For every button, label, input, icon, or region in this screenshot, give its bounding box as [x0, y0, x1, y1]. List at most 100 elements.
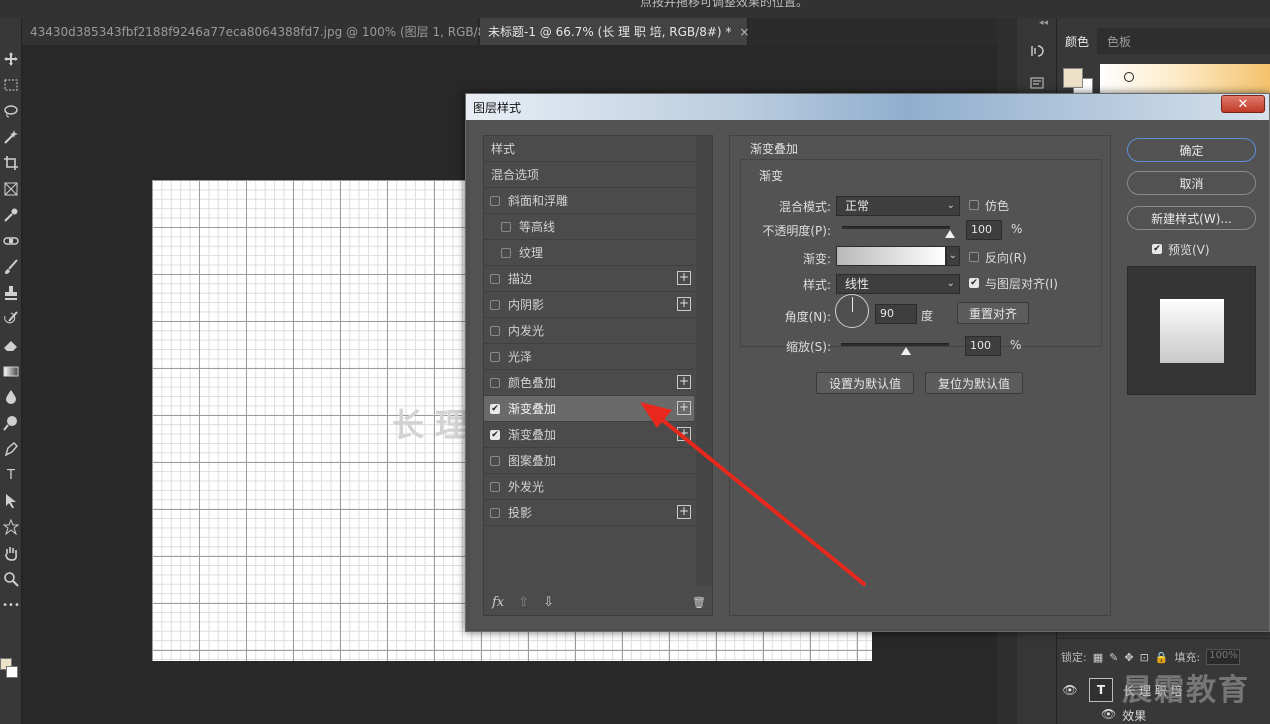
magic-wand-icon[interactable]: [1, 126, 21, 148]
style-checkbox[interactable]: [490, 299, 500, 310]
ok-button[interactable]: 确定: [1127, 138, 1256, 162]
style-checkbox[interactable]: ✔: [490, 403, 500, 414]
type-icon[interactable]: T: [1, 464, 21, 486]
tab-document-untitled[interactable]: 未标题-1 @ 66.7% (长 理 职 培, RGB/8#) * ×: [480, 18, 749, 45]
dodge-icon[interactable]: [1, 412, 21, 434]
add-effect-icon[interactable]: +: [677, 271, 691, 285]
style-checkbox[interactable]: ✔: [490, 429, 500, 440]
style-checkbox[interactable]: [490, 351, 500, 362]
crop-icon[interactable]: [1, 152, 21, 174]
style-list-item[interactable]: 内阴影 +: [484, 292, 694, 318]
lock-position-icon[interactable]: ✥: [1124, 651, 1133, 664]
fill-input[interactable]: 100%: [1206, 649, 1241, 665]
shape-icon[interactable]: [1, 516, 21, 538]
eraser-icon[interactable]: [1, 334, 21, 356]
style-checkbox[interactable]: [490, 273, 500, 284]
lock-artboard-icon[interactable]: ⊡: [1140, 651, 1149, 664]
add-effect-icon[interactable]: +: [677, 401, 691, 415]
frame-icon[interactable]: [1, 178, 21, 200]
style-list-item[interactable]: 混合选项: [484, 162, 694, 188]
brush-icon[interactable]: [1, 256, 21, 278]
tab-document-jpg[interactable]: 43430d385343fbf2188f9246a77eca8064388fd7…: [22, 18, 518, 45]
style-checkbox[interactable]: [490, 507, 500, 518]
style-checkbox[interactable]: [490, 455, 500, 466]
lock-paint-icon[interactable]: ✎: [1109, 651, 1118, 664]
angle-input[interactable]: 90: [875, 304, 917, 324]
style-list-item[interactable]: 投影 +: [484, 500, 694, 526]
dialog-close-button[interactable]: ✕: [1221, 95, 1265, 113]
blur-icon[interactable]: [1, 386, 21, 408]
add-effect-icon[interactable]: +: [677, 297, 691, 311]
style-checkbox[interactable]: [490, 377, 500, 388]
scale-slider[interactable]: [841, 343, 949, 346]
stamp-icon[interactable]: [1, 282, 21, 304]
close-icon[interactable]: ×: [739, 25, 749, 39]
style-list-item[interactable]: 图案叠加: [484, 448, 694, 474]
style-list-item[interactable]: 纹理: [484, 240, 694, 266]
scale-slider-thumb[interactable]: [900, 347, 911, 355]
add-effect-icon[interactable]: +: [677, 427, 691, 441]
lock-all-icon[interactable]: 🔒: [1155, 651, 1169, 664]
set-as-default-button[interactable]: 设置为默认值: [816, 372, 914, 394]
align-with-layer-checkbox[interactable]: ✔: [969, 278, 979, 288]
reset-alignment-button[interactable]: 重置对齐: [957, 302, 1029, 324]
reverse-checkbox[interactable]: [969, 252, 979, 262]
trash-icon[interactable]: 🗑: [692, 596, 706, 609]
background-color-swatch[interactable]: [6, 666, 18, 678]
eyedropper-icon[interactable]: [1, 204, 21, 226]
style-checkbox[interactable]: [490, 195, 500, 206]
style-list-item[interactable]: ✔ 渐变叠加 +: [484, 396, 694, 422]
properties-panel-icon[interactable]: [1025, 72, 1049, 94]
history-panel-icon[interactable]: [1025, 40, 1049, 62]
style-list-item[interactable]: 描边 +: [484, 266, 694, 292]
style-checkbox[interactable]: [490, 325, 500, 336]
tab-color[interactable]: 颜色: [1057, 28, 1098, 54]
scale-input[interactable]: 100: [965, 336, 1001, 356]
hand-icon[interactable]: [1, 542, 21, 564]
move-up-icon[interactable]: ⇧: [518, 595, 529, 610]
style-list-item[interactable]: 斜面和浮雕: [484, 188, 694, 214]
style-checkbox[interactable]: [501, 221, 511, 232]
effects-row[interactable]: 👁 效果: [1101, 707, 1146, 724]
blend-mode-select[interactable]: 正常 ⌄: [836, 196, 960, 216]
dither-checkbox[interactable]: [969, 200, 979, 210]
add-effect-icon[interactable]: +: [677, 505, 691, 519]
gradient-style-select[interactable]: 线性 ⌄: [836, 274, 960, 294]
style-list-item[interactable]: 颜色叠加 +: [484, 370, 694, 396]
history-brush-icon[interactable]: [1, 308, 21, 330]
move-down-icon[interactable]: ⇩: [543, 595, 554, 610]
panel-foreground-color[interactable]: [1063, 68, 1083, 88]
style-list-item[interactable]: 内发光: [484, 318, 694, 344]
cancel-button[interactable]: 取消: [1127, 171, 1256, 195]
color-picker-marker[interactable]: [1124, 72, 1134, 82]
pen-icon[interactable]: [1, 438, 21, 460]
gradient-dropdown[interactable]: ⌄: [946, 246, 960, 266]
angle-dial[interactable]: [835, 294, 869, 328]
add-effect-icon[interactable]: +: [677, 375, 691, 389]
opacity-slider[interactable]: [842, 226, 950, 229]
style-list-item[interactable]: 等高线: [484, 214, 694, 240]
healing-icon[interactable]: [1, 230, 21, 252]
style-checkbox[interactable]: [490, 481, 500, 492]
eye-icon[interactable]: 👁: [1101, 707, 1116, 724]
fx-icon[interactable]: fx: [492, 595, 504, 610]
reset-to-default-button[interactable]: 复位为默认值: [925, 372, 1023, 394]
opacity-slider-thumb[interactable]: [945, 230, 955, 238]
tab-swatches[interactable]: 色板: [1099, 28, 1139, 54]
move-icon[interactable]: [1, 48, 21, 70]
style-list-item[interactable]: ✔ 渐变叠加 +: [484, 422, 694, 448]
opacity-input[interactable]: 100: [966, 220, 1002, 240]
style-list-scrollbar[interactable]: [696, 136, 712, 586]
lock-pixels-icon[interactable]: ▦: [1093, 651, 1103, 664]
path-select-icon[interactable]: [1, 490, 21, 512]
style-list-item[interactable]: 样式: [484, 136, 694, 162]
style-list-item[interactable]: 外发光: [484, 474, 694, 500]
marquee-icon[interactable]: [1, 74, 21, 96]
eye-icon[interactable]: 👁: [1057, 683, 1083, 697]
collapse-panels-icon[interactable]: ◂◂: [1039, 18, 1048, 28]
more-icon[interactable]: •••: [1, 594, 21, 616]
zoom-icon[interactable]: [1, 568, 21, 590]
new-style-button[interactable]: 新建样式(W)...: [1127, 206, 1256, 230]
preview-checkbox[interactable]: ✔: [1152, 244, 1162, 254]
style-list-item[interactable]: 光泽: [484, 344, 694, 370]
